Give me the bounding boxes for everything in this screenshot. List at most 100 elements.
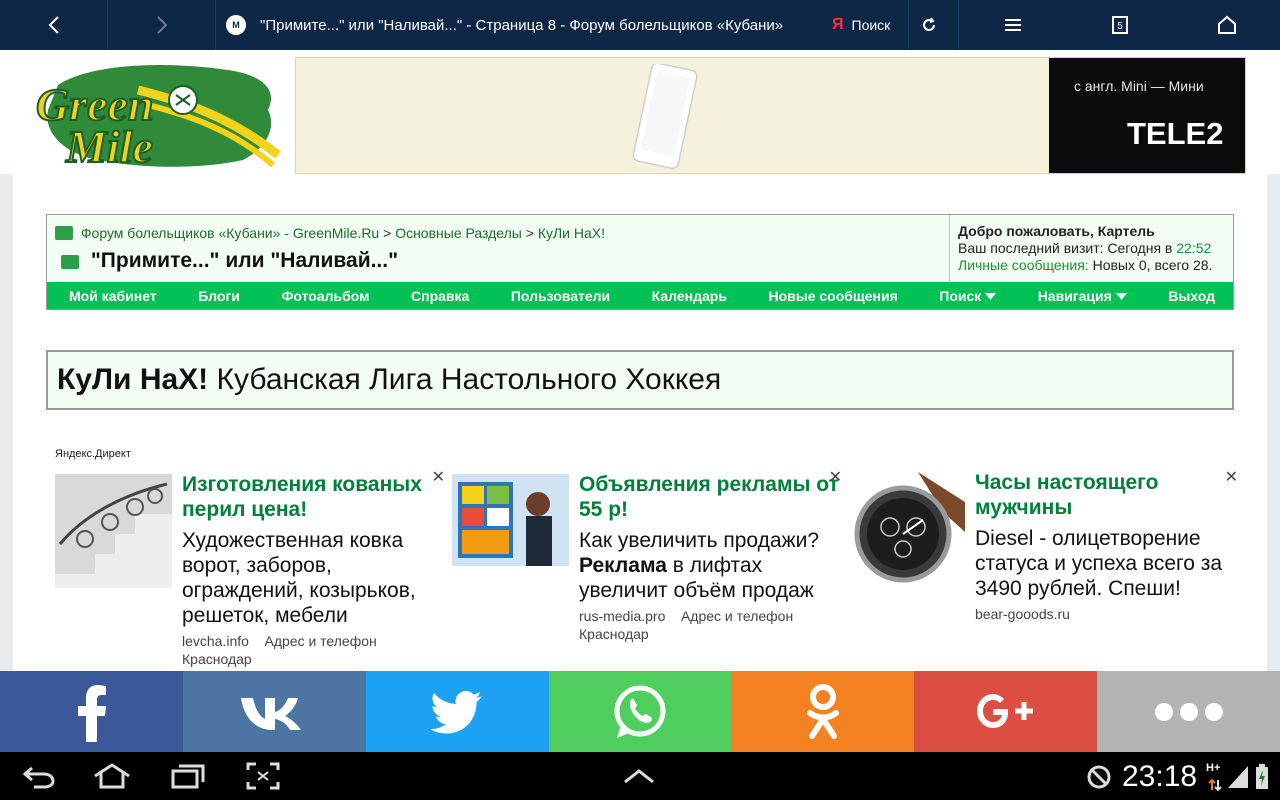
svg-text:5: 5 <box>1117 21 1123 32</box>
ad-meta: levcha.info Адрес и телефон Краснодар <box>182 632 442 668</box>
forum-menu: Мой кабинет Блоги Фотоальбом Справка Пол… <box>47 282 1233 309</box>
banner-ad[interactable]: с англ. Mini — Мини TELE2 <box>295 57 1246 174</box>
ad-contact-link[interactable]: Адрес и телефон <box>265 633 377 649</box>
watch-image <box>848 472 965 590</box>
last-visit: Ваш последний визит: Сегодня в 22:52 <box>958 240 1233 257</box>
ad-block[interactable]: Объявления рекламы от 55 р! Как увеличит… <box>452 469 842 672</box>
close-icon[interactable]: ✕ <box>1225 467 1238 487</box>
tele2-logo: TELE2 <box>1127 116 1224 151</box>
browser-toolbar: M "Примите..." или "Наливай..." - Страни… <box>0 0 1280 50</box>
thread-title: "Примите..." или "Наливай..." <box>61 249 398 273</box>
odnoklassniki-share-button[interactable] <box>731 671 915 752</box>
reload-button[interactable] <box>908 0 948 50</box>
vk-share-button[interactable] <box>182 671 366 752</box>
forum-description: Кубанская Лига Настольного Хоккея <box>216 363 722 396</box>
breadcrumb-section-link[interactable]: Основные Разделы <box>395 225 522 241</box>
ad-body: Diesel - олицетворение статуса и успеха … <box>975 527 1223 600</box>
menu-search[interactable]: Поиск <box>939 288 997 304</box>
ad-meta: bear-gooods.ru <box>975 605 1235 623</box>
svg-text:Mile: Mile <box>65 121 153 172</box>
yandex-direct-label[interactable]: Яндекс.Директ <box>55 448 131 460</box>
back-button[interactable] <box>0 0 108 50</box>
signal-icon <box>1228 766 1248 788</box>
private-messages-link[interactable]: Личные сообщения: <box>958 257 1089 273</box>
forum-header: КуЛи НаХ! Кубанская Лига Настольного Хок… <box>46 350 1234 410</box>
ad-city: Краснодар <box>182 651 252 667</box>
private-messages-stats: Новых 0, всего 28. <box>1092 257 1213 273</box>
triangle-down-icon <box>985 292 997 300</box>
triangle-down-icon <box>1115 292 1127 300</box>
search-button[interactable]: Поиск <box>852 17 891 33</box>
ad-contact-link[interactable]: Адрес и телефон <box>681 608 793 624</box>
more-share-button[interactable] <box>1097 671 1280 752</box>
menu-my-cabinet[interactable]: Мой кабинет <box>69 288 157 304</box>
twitter-share-button[interactable] <box>365 671 549 752</box>
data-arrows-icon <box>1208 778 1222 792</box>
home-nav-icon[interactable] <box>92 762 132 790</box>
menu-new-posts[interactable]: Новые сообщения <box>768 288 897 304</box>
twitter-icon <box>430 690 483 733</box>
private-messages: Личные сообщения: Новых 0, всего 28. <box>958 257 1233 274</box>
tabs-button[interactable]: 5 <box>1066 0 1173 50</box>
whatsapp-share-button[interactable] <box>548 671 732 752</box>
forum-name: КуЛи НаХ! <box>57 363 209 396</box>
battery-charging-icon <box>1256 764 1268 789</box>
ad-domain[interactable]: bear-gooods.ru <box>975 606 1070 622</box>
billboard-woman-image <box>452 474 569 566</box>
menu-button[interactable] <box>959 0 1066 50</box>
ad-headline[interactable]: Часы настоящего мужчины <box>975 470 1235 520</box>
breadcrumb: Форум болельщиков «Кубани» - GreenMile.R… <box>55 225 605 241</box>
welcome-greeting: Добро пожаловать, Картель <box>958 223 1155 239</box>
address-bar[interactable]: M "Примите..." или "Наливай..." - Страни… <box>216 0 959 50</box>
ad-domain[interactable]: levcha.info <box>182 633 249 649</box>
facebook-share-button[interactable] <box>0 671 183 752</box>
breadcrumb-forum-link[interactable]: Форум болельщиков «Кубани» - GreenMile.R… <box>81 225 379 241</box>
menu-navigation[interactable]: Навигация <box>1038 288 1127 304</box>
close-icon[interactable]: ✕ <box>829 467 842 487</box>
web-page: Green Mile с англ. Mini — Мини TELE2 Фор… <box>0 50 1280 671</box>
ad-block[interactable]: Изготовления кованых перил цена! Художес… <box>55 469 445 672</box>
railing-image <box>55 474 172 588</box>
menu-blogs[interactable]: Блоги <box>198 288 240 304</box>
ad-block[interactable]: Часы настоящего мужчины Diesel - олицетв… <box>848 469 1238 672</box>
forum-navbar: Форум болельщиков «Кубани» - GreenMile.R… <box>46 214 1234 310</box>
vk-icon <box>241 697 302 730</box>
greenmile-logo[interactable]: Green Mile <box>28 60 288 172</box>
odnoklassniki-icon <box>806 683 839 739</box>
recent-apps-icon[interactable] <box>170 762 206 790</box>
menu-navigation-label: Навигация <box>1037 287 1112 304</box>
main-content: Форум болельщиков «Кубани» - GreenMile.R… <box>13 174 1267 671</box>
google-plus-share-button[interactable] <box>914 671 1098 752</box>
chevron-up-icon[interactable] <box>622 766 656 786</box>
welcome-panel: Добро пожаловать, Картель Ваш последний … <box>949 215 1233 283</box>
menu-calendar[interactable]: Календарь <box>652 288 727 304</box>
ad-text: Объявления рекламы от 55 р! Как увеличит… <box>579 472 839 643</box>
banner-slogan: с англ. Mini — Мини <box>1074 78 1204 94</box>
hamburger-icon <box>1004 19 1021 31</box>
menu-photo-album[interactable]: Фотоальбом <box>281 288 369 304</box>
home-button[interactable] <box>1173 0 1280 50</box>
whatsapp-icon <box>614 685 666 738</box>
yandex-icon: Я <box>832 16 844 33</box>
more-icon <box>1154 702 1223 721</box>
sync-blocked-icon <box>1087 765 1111 789</box>
back-icon[interactable] <box>22 762 56 790</box>
breadcrumb-separator: > <box>525 225 534 241</box>
folder-open-icon <box>61 255 79 269</box>
google-plus-icon <box>976 693 1033 728</box>
chevron-right-icon <box>156 16 167 34</box>
home-icon <box>1217 15 1236 34</box>
forward-button[interactable] <box>108 0 216 50</box>
menu-users[interactable]: Пользователи <box>511 288 610 304</box>
breadcrumb-subsection-link[interactable]: КуЛи НаХ! <box>538 225 605 241</box>
screenshot-icon[interactable] <box>246 762 280 790</box>
thread-title-text: "Примите..." или "Наливай..." <box>90 249 399 272</box>
last-visit-label: Ваш последний визит: Сегодня в <box>958 240 1173 256</box>
menu-help[interactable]: Справка <box>411 288 469 304</box>
ad-body: Как увеличить продажи? Реклама в лифтах … <box>579 528 839 603</box>
close-icon[interactable]: ✕ <box>432 467 445 487</box>
ad-headline[interactable]: Изготовления кованых перил цена! <box>182 472 442 522</box>
ad-headline[interactable]: Объявления рекламы от 55 р! <box>579 472 839 522</box>
menu-logout[interactable]: Выход <box>1168 288 1215 304</box>
ad-domain[interactable]: rus-media.pro <box>579 608 665 624</box>
